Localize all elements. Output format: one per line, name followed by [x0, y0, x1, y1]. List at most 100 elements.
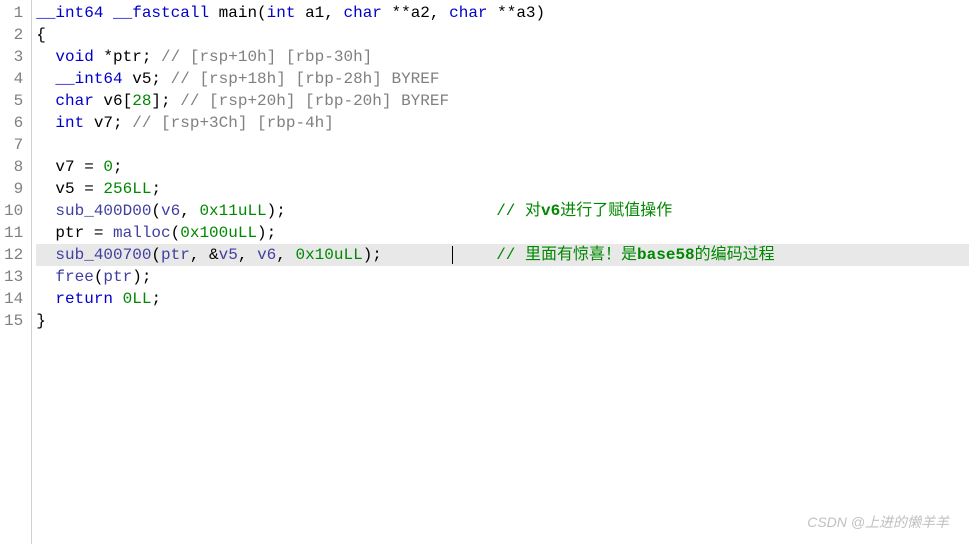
code-token: }	[36, 312, 46, 330]
line-number: 12	[4, 244, 23, 266]
code-token: ,	[180, 202, 199, 220]
code-comment: // [rsp+20h] [rbp-20h] BYREF	[180, 92, 449, 110]
line-number: 9	[4, 178, 23, 200]
code-line[interactable]: v7 = 0;	[36, 156, 969, 178]
code-token: v6	[161, 202, 180, 220]
code-token	[36, 48, 55, 66]
code-comment: // [rsp+3Ch] [rbp-4h]	[132, 114, 334, 132]
code-line[interactable]: v5 = 256LL;	[36, 178, 969, 200]
code-line[interactable]: {	[36, 24, 969, 46]
code-token: **a3)	[488, 4, 546, 22]
code-token: (	[151, 246, 161, 264]
line-number: 15	[4, 310, 23, 332]
code-token: v6	[257, 246, 276, 264]
code-token: v7 =	[36, 158, 103, 176]
code-token: v7;	[84, 114, 132, 132]
code-line[interactable]: int v7; // [rsp+3Ch] [rbp-4h]	[36, 112, 969, 134]
code-token: return	[55, 290, 113, 308]
line-number: 4	[4, 68, 23, 90]
code-token: (	[151, 202, 161, 220]
code-token	[36, 70, 55, 88]
code-token: {	[36, 26, 46, 44]
code-token	[36, 92, 55, 110]
code-line[interactable]: sub_400D00(v6, 0x11uLL); // 对v6进行了赋值操作	[36, 200, 969, 222]
code-token: char	[449, 4, 487, 22]
code-token: );	[363, 246, 382, 264]
line-number: 2	[4, 24, 23, 46]
code-token: v5 =	[36, 180, 103, 198]
code-token	[36, 202, 55, 220]
code-token: a1,	[295, 4, 343, 22]
line-number: 11	[4, 222, 23, 244]
code-token	[36, 246, 55, 264]
code-line[interactable]	[36, 134, 969, 156]
code-token: v5;	[123, 70, 171, 88]
code-token	[113, 290, 123, 308]
line-number: 10	[4, 200, 23, 222]
line-number: 14	[4, 288, 23, 310]
code-token: __int64	[55, 70, 122, 88]
code-token: int	[55, 114, 84, 132]
code-token: *ptr;	[94, 48, 161, 66]
line-number-gutter: 1 2 3 4 5 6 7 8 9 10 11 12 13 14 15	[0, 0, 32, 544]
code-token: main	[219, 4, 257, 22]
code-token: free	[55, 268, 93, 286]
code-token: ;	[151, 290, 161, 308]
code-line[interactable]: void *ptr; // [rsp+10h] [rbp-30h]	[36, 46, 969, 68]
code-line[interactable]: __int64 v5; // [rsp+18h] [rbp-28h] BYREF	[36, 68, 969, 90]
code-comment: // 里面有惊喜！是base58的编码过程	[496, 244, 774, 266]
code-token	[36, 268, 55, 286]
code-token: ,	[238, 246, 257, 264]
code-comment: // 对v6进行了赋值操作	[496, 200, 672, 222]
code-token: 0x100uLL	[180, 224, 257, 242]
code-token: v5	[219, 246, 238, 264]
code-token: ;	[151, 180, 161, 198]
code-token: **a2,	[382, 4, 449, 22]
code-line[interactable]: char v6[28]; // [rsp+20h] [rbp-20h] BYRE…	[36, 90, 969, 112]
code-token: ptr	[161, 246, 190, 264]
code-token: 256LL	[103, 180, 151, 198]
code-token: );	[267, 202, 286, 220]
code-token: ptr	[103, 268, 132, 286]
code-token: 0x11uLL	[199, 202, 266, 220]
line-number: 7	[4, 134, 23, 156]
code-line[interactable]: ptr = malloc(0x100uLL);	[36, 222, 969, 244]
code-token: malloc	[113, 224, 171, 242]
code-token: );	[132, 268, 151, 286]
code-token: v6[	[94, 92, 132, 110]
line-number: 8	[4, 156, 23, 178]
text-cursor	[452, 246, 453, 264]
code-token: sub_400D00	[55, 202, 151, 220]
code-line[interactable]: return 0LL;	[36, 288, 969, 310]
code-token: 0	[103, 158, 113, 176]
code-line-highlighted[interactable]: sub_400700(ptr, &v5, v6, 0x10uLL);// 里面有…	[36, 244, 969, 266]
line-number: 13	[4, 266, 23, 288]
code-line[interactable]: __int64 __fastcall main(int a1, char **a…	[36, 2, 969, 24]
code-token: 0LL	[123, 290, 152, 308]
code-token: sub_400700	[55, 246, 151, 264]
code-token: 28	[132, 92, 151, 110]
code-token: int	[267, 4, 296, 22]
code-comment: // [rsp+10h] [rbp-30h]	[161, 48, 372, 66]
code-token: ,	[276, 246, 295, 264]
line-number: 5	[4, 90, 23, 112]
code-comment: // [rsp+18h] [rbp-28h] BYREF	[171, 70, 440, 88]
code-token	[36, 114, 55, 132]
line-number: 3	[4, 46, 23, 68]
code-area[interactable]: __int64 __fastcall main(int a1, char **a…	[32, 0, 969, 544]
code-token: , &	[190, 246, 219, 264]
code-token: void	[55, 48, 93, 66]
code-token: ptr =	[36, 224, 113, 242]
line-number: 1	[4, 2, 23, 24]
code-token: __fastcall	[103, 4, 218, 22]
code-token: );	[257, 224, 276, 242]
code-token: char	[343, 4, 381, 22]
code-token: (	[171, 224, 181, 242]
code-line[interactable]: }	[36, 310, 969, 332]
code-token: ];	[151, 92, 180, 110]
code-line[interactable]: free(ptr);	[36, 266, 969, 288]
code-token: char	[55, 92, 93, 110]
code-token: __int64	[36, 4, 103, 22]
code-token: (	[257, 4, 267, 22]
code-editor[interactable]: 1 2 3 4 5 6 7 8 9 10 11 12 13 14 15 __in…	[0, 0, 969, 544]
